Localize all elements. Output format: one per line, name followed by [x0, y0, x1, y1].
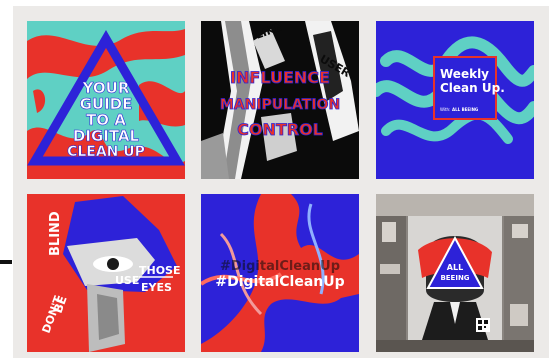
poster-street-art: ALL BEEING	[376, 194, 534, 352]
weekly-byline-brand: ALL BEEING	[452, 107, 478, 112]
poster-weekly-art: Weekly Clean Up. With: ALL BEEING	[376, 21, 534, 179]
poster-tile-guide[interactable]: YOUR GUIDE TO A DIGITAL CLEAN UP	[27, 21, 185, 179]
influence-line-1: INFLUENCE	[230, 68, 330, 87]
poster-tile-influence[interactable]: LIKE USER INFLUENCE MANIPULATION CONTROL	[201, 21, 359, 179]
blind-word-use: USE	[115, 274, 139, 287]
poster-influence-art: LIKE USER INFLUENCE MANIPULATION CONTROL	[201, 21, 359, 179]
hashtag-text: #DigitalCleanUp	[215, 274, 344, 290]
blind-word-blind: BLIND	[48, 211, 63, 256]
influence-line-2: MANIPULATION	[220, 97, 340, 113]
weekly-byline: With:	[440, 107, 450, 112]
poster-tile-hashtag[interactable]: #DigitalCleanUp #DigitalCleanUp	[201, 194, 359, 352]
weekly-title-1: Weekly	[440, 67, 489, 81]
poster-blind-art: BLIND BE DON'T USE THOSE EYES	[27, 194, 185, 352]
poster-guide-art: YOUR GUIDE TO A DIGITAL CLEAN UP	[27, 21, 185, 179]
influence-line-3: CONTROL	[237, 120, 323, 139]
guide-line-4: DIGITAL	[73, 127, 140, 145]
poster-tile-dont-be-blind[interactable]: BLIND BE DON'T USE THOSE EYES	[27, 194, 185, 352]
poster-hashtag-art: #DigitalCleanUp #DigitalCleanUp	[201, 194, 359, 352]
poster-tile-street[interactable]: ALL BEEING	[376, 194, 534, 352]
weekly-title-2: Clean Up.	[440, 81, 505, 95]
blind-word-those: THOSE	[139, 264, 181, 277]
blind-word-eyes: EYES	[141, 281, 172, 294]
badge-line-1: ALL	[447, 263, 463, 272]
edge-dash	[0, 260, 12, 264]
badge-line-2: BEEING	[440, 274, 469, 282]
hashtag-echo-text: #DigitalCleanUp	[220, 259, 340, 274]
guide-line-5: CLEAN UP	[67, 144, 145, 160]
poster-tile-weekly[interactable]: Weekly Clean Up. With: ALL BEEING	[376, 21, 534, 179]
